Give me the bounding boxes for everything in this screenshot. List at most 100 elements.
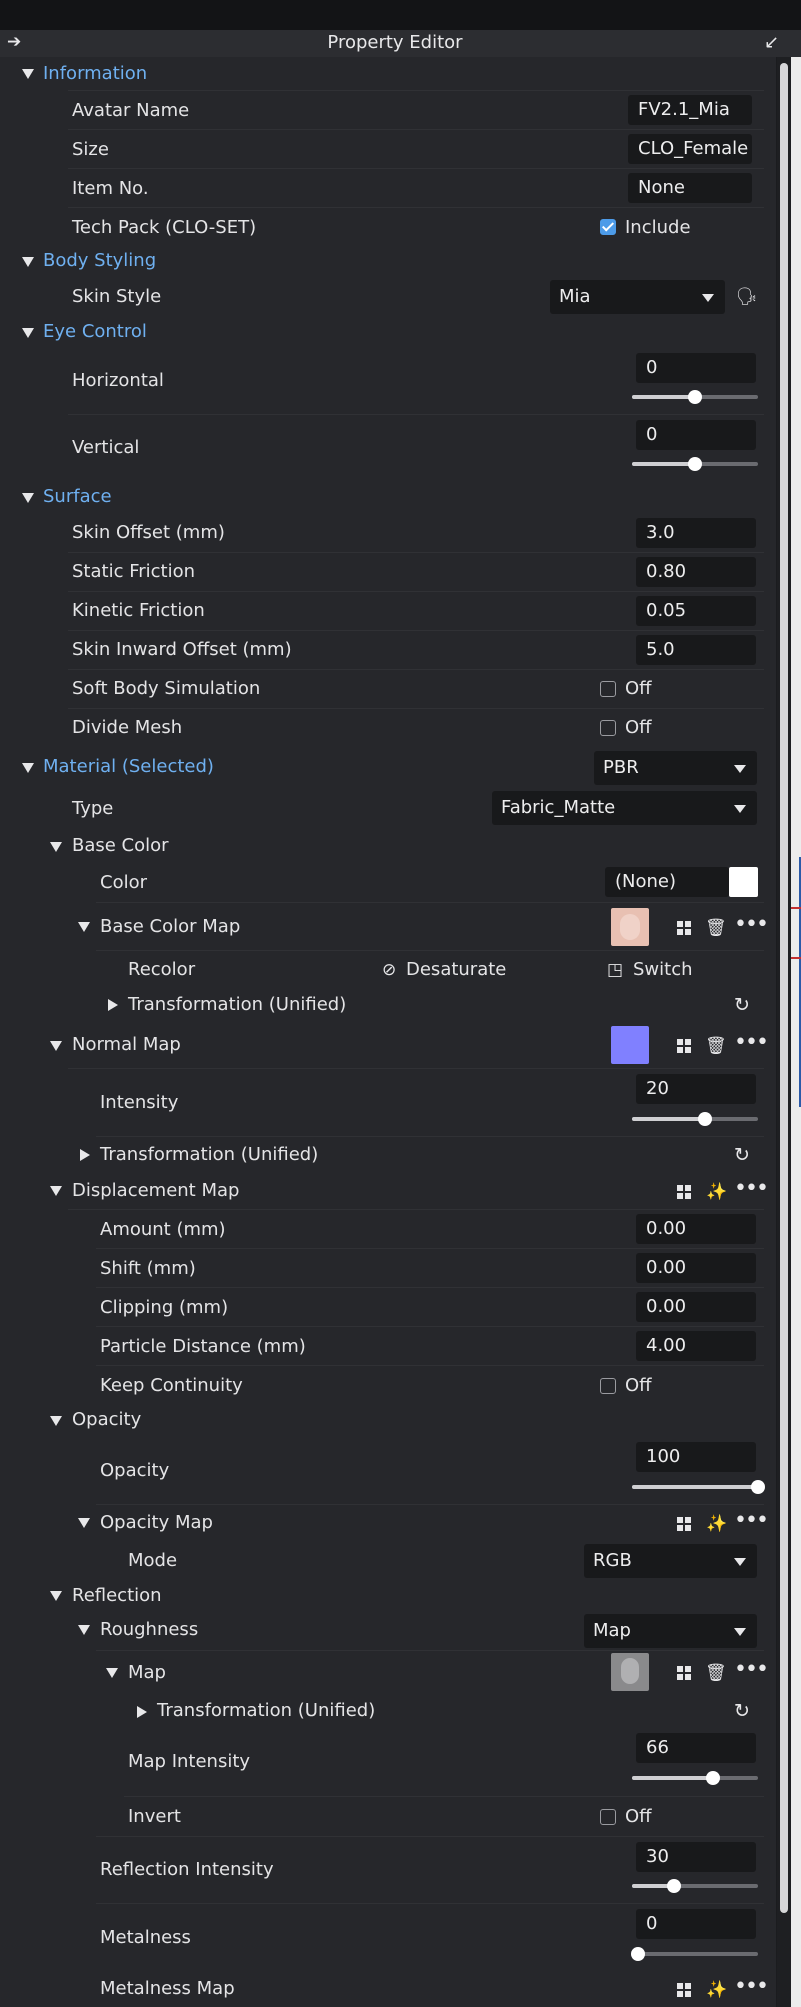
collapse-triangle-icon[interactable]	[22, 493, 34, 503]
include-checkbox[interactable]	[600, 219, 616, 235]
section-header[interactable]: Body Styling	[43, 250, 156, 271]
vertical-scrollbar[interactable]	[777, 57, 791, 2007]
roughness-map-thumbnail[interactable]	[611, 1653, 649, 1691]
more-dots-icon[interactable]: •••	[734, 1976, 769, 1998]
keep-continuity-checkbox[interactable]	[600, 1378, 616, 1394]
grid-icon[interactable]	[677, 1983, 691, 1997]
collapse-triangle-icon[interactable]	[22, 763, 34, 773]
collapse-triangle-icon[interactable]	[22, 69, 34, 79]
item-no-field[interactable]: None	[628, 173, 752, 203]
sparkle-icon[interactable]: ✨	[706, 1514, 727, 1534]
refresh-icon[interactable]: ↻	[734, 1145, 750, 1165]
expand-triangle-icon[interactable]	[80, 1149, 90, 1161]
section-header[interactable]: Information	[43, 63, 147, 84]
roughness-label[interactable]: Roughness	[100, 1619, 198, 1640]
size-field[interactable]: CLO_Female	[628, 134, 752, 164]
map-intensity-field[interactable]: 66	[636, 1733, 756, 1763]
soft-body-checkbox[interactable]	[600, 681, 616, 697]
metalness-slider-knob[interactable]	[631, 1947, 646, 1961]
transformation-label[interactable]: Transformation (Unified)	[100, 1144, 318, 1165]
section-header[interactable]: Material (Selected)	[43, 756, 214, 777]
metalness-field[interactable]: 0	[636, 1909, 756, 1939]
opacity-slider-track[interactable]	[632, 1485, 758, 1489]
collapse-triangle-icon[interactable]	[50, 1041, 62, 1051]
section-material[interactable]: Material (Selected) PBR	[0, 748, 776, 788]
base-color-map-label[interactable]: Base Color Map	[100, 916, 240, 937]
divide-mesh-checkbox[interactable]	[600, 720, 616, 736]
sparkle-icon[interactable]: ✨	[706, 1182, 727, 1202]
vertical-field[interactable]: 0	[636, 420, 756, 450]
base-color-header[interactable]: Base Color	[72, 835, 169, 856]
refresh-icon[interactable]: ↻	[734, 995, 750, 1015]
map-intensity-slider-track[interactable]	[632, 1776, 758, 1780]
section-information[interactable]: Information	[0, 57, 776, 91]
collapse-triangle-icon[interactable]	[22, 328, 34, 338]
section-surface[interactable]: Surface	[0, 482, 776, 514]
refresh-icon[interactable]: ↻	[734, 1701, 750, 1721]
shader-dropdown[interactable]: PBR	[594, 751, 757, 785]
section-eye-control[interactable]: Eye Control	[0, 318, 776, 348]
color-value-field[interactable]: (None)	[605, 867, 729, 897]
horizontal-field[interactable]: 0	[636, 353, 756, 383]
mode-dropdown[interactable]: RGB	[584, 1544, 757, 1578]
clipping-field[interactable]: 0.00	[636, 1292, 756, 1322]
static-friction-field[interactable]: 0.80	[636, 557, 756, 587]
intensity-field[interactable]: 20	[636, 1074, 756, 1104]
collapse-triangle-icon[interactable]	[78, 1518, 90, 1528]
horizontal-slider-knob[interactable]	[688, 390, 702, 404]
avatar-name-field[interactable]: FV2.1_Mia	[628, 95, 752, 125]
sparkle-icon[interactable]: ✨	[706, 1980, 727, 2000]
collapse-triangle-icon[interactable]	[78, 922, 90, 932]
trash-icon[interactable]: 🗑	[705, 1663, 727, 1683]
collapse-triangle-icon[interactable]	[50, 842, 62, 852]
more-dots-icon[interactable]: •••	[734, 914, 769, 936]
desaturate-button[interactable]: Desaturate	[406, 959, 506, 980]
intensity-slider-knob[interactable]	[698, 1112, 713, 1126]
metalness-map-label[interactable]: Metalness Map	[100, 1978, 235, 1999]
vertical-slider-knob[interactable]	[688, 457, 702, 471]
section-header[interactable]: Eye Control	[43, 321, 147, 342]
type-dropdown[interactable]: Fabric_Matte	[492, 791, 757, 825]
kinetic-friction-field[interactable]: 0.05	[636, 596, 756, 626]
normal-map-label[interactable]: Normal Map	[72, 1034, 181, 1055]
reflection-intensity-slider-track[interactable]	[632, 1884, 758, 1888]
normal-map-thumbnail[interactable]	[611, 1026, 649, 1064]
scrollbar-thumb[interactable]	[780, 63, 788, 1913]
skin-style-dropdown[interactable]: Mia	[550, 280, 725, 314]
transformation-label[interactable]: Transformation (Unified)	[157, 1700, 375, 1721]
collapse-triangle-icon[interactable]	[106, 1668, 118, 1678]
paint-bucket-icon[interactable]: ◳	[607, 960, 623, 980]
invert-checkbox[interactable]	[600, 1809, 616, 1825]
intensity-slider-track[interactable]	[632, 1117, 758, 1121]
section-body-styling[interactable]: Body Styling	[0, 247, 776, 277]
section-header[interactable]: Surface	[43, 486, 112, 507]
particle-distance-field[interactable]: 4.00	[636, 1331, 756, 1361]
expand-triangle-icon[interactable]	[108, 999, 118, 1011]
shift-field[interactable]: 0.00	[636, 1253, 756, 1283]
grid-icon[interactable]	[677, 1666, 691, 1680]
undock-arrow-icon[interactable]: ↙	[764, 32, 779, 53]
collapse-triangle-icon[interactable]	[50, 1416, 62, 1426]
amount-field[interactable]: 0.00	[636, 1214, 756, 1244]
skin-offset-field[interactable]: 3.0	[636, 518, 756, 548]
base-color-map-thumbnail[interactable]	[611, 908, 649, 946]
reflection-header[interactable]: Reflection	[72, 1585, 162, 1606]
collapse-triangle-icon[interactable]	[50, 1186, 62, 1196]
color-swatch[interactable]	[729, 867, 758, 897]
reflection-intensity-field[interactable]: 30	[636, 1842, 756, 1872]
map-intensity-slider-knob[interactable]	[705, 1771, 720, 1785]
opacity-header[interactable]: Opacity	[72, 1409, 141, 1430]
more-dots-icon[interactable]: •••	[734, 1659, 769, 1681]
roughness-dropdown[interactable]: Map	[584, 1614, 757, 1648]
collapse-triangle-icon[interactable]	[50, 1591, 62, 1601]
opacity-slider-knob[interactable]	[751, 1480, 765, 1494]
reflection-intensity-slider-knob[interactable]	[666, 1879, 681, 1893]
group-reflection[interactable]: Reflection	[0, 1581, 776, 1611]
switch-button[interactable]: Switch	[633, 959, 693, 980]
collapse-triangle-icon[interactable]	[22, 257, 34, 267]
group-opacity[interactable]: Opacity	[0, 1405, 776, 1437]
desaturate-icon[interactable]: ⊘	[382, 960, 396, 980]
grid-icon[interactable]	[677, 1185, 691, 1199]
group-base-color[interactable]: Base Color	[0, 830, 776, 862]
metalness-slider-track[interactable]	[632, 1952, 758, 1956]
